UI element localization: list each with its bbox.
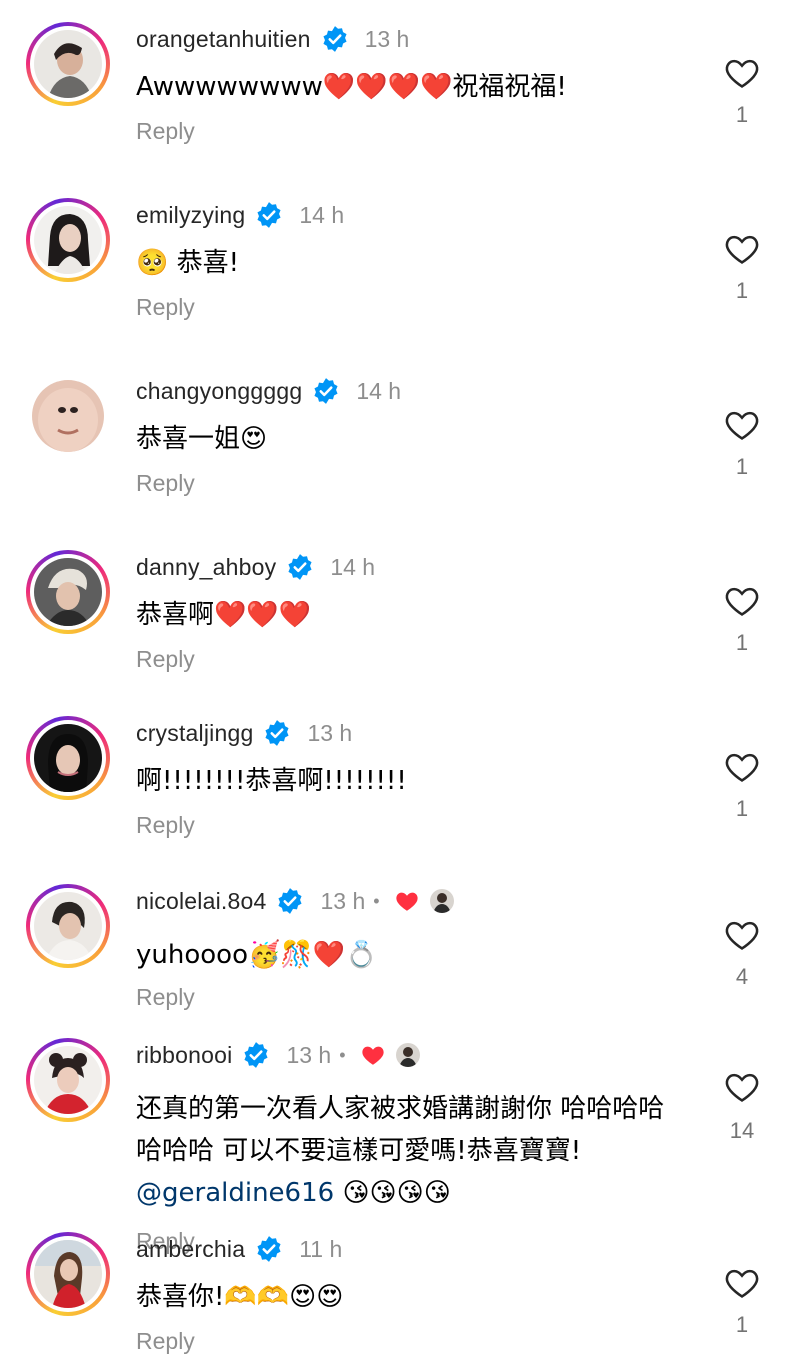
comment-time: 13 h [320,887,366,914]
reply-button[interactable]: Reply [136,812,195,839]
avatar[interactable] [34,724,102,792]
comment-text: 恭喜一姐😍 [136,424,268,454]
story-ring[interactable] [26,884,110,968]
avatar[interactable] [34,1046,102,1114]
verified-badge-icon [288,554,312,580]
separator-dot: • [339,1044,346,1065]
mention-emojis: 😘😘😘😘 [342,1178,451,1208]
reply-button[interactable]: Reply [136,1328,195,1355]
heart-icon[interactable] [722,406,762,444]
verified-badge-icon [257,202,281,228]
story-ring[interactable] [26,22,110,106]
comment-time: 11 h [299,1235,343,1262]
username[interactable]: danny_ahboy [136,554,276,581]
reply-button[interactable]: Reply [136,984,195,1011]
like-count: 1 [735,454,749,479]
like-count: 4 [735,964,749,989]
heart-icon[interactable] [722,748,762,786]
like-count: 1 [735,796,749,821]
creator-avatar-icon [393,1041,422,1069]
avatar[interactable] [34,558,102,626]
avatar[interactable] [34,206,102,274]
story-ring[interactable] [26,198,110,282]
heart-icon[interactable] [722,1068,762,1106]
reply-button[interactable]: Reply [136,294,195,321]
separator-dot: • [373,890,380,911]
story-ring[interactable] [26,1232,110,1316]
comment-time: 14 h [299,201,345,228]
comment-text: 恭喜你!🫶🫶😍😍 [136,1282,344,1312]
creator-avatar-icon [427,887,456,915]
mention-line: @geraldine616 😘😘😘😘 [136,1172,451,1214]
username[interactable]: amberchia [136,1236,245,1263]
avatar[interactable] [34,30,102,98]
username[interactable]: nicolelai.8o4 [136,888,266,915]
comment-time: 14 h [330,553,376,580]
verified-badge-icon [257,1236,281,1262]
story-ring[interactable] [26,550,110,634]
verified-badge-icon [278,888,303,914]
like-count: 1 [735,630,749,655]
like-count: 1 [735,278,749,303]
verified-badge-icon [323,26,347,52]
avatar[interactable] [32,380,104,452]
reply-button[interactable]: Reply [136,646,195,673]
username[interactable]: orangetanhuitien [136,26,311,53]
creator-liked-heart-icon [395,892,418,911]
heart-icon[interactable] [722,582,762,620]
verified-badge-icon [244,1042,268,1068]
heart-icon[interactable] [722,1264,762,1302]
mention-link[interactable]: @geraldine616 [136,1178,334,1208]
avatar[interactable] [34,1240,102,1308]
comment-time: 13 h [307,719,353,746]
comment-text: Awwwwwwww❤️❤️❤️❤️祝福祝福! [136,72,567,102]
username[interactable]: changyonggggg [136,378,302,405]
reply-button[interactable]: Reply [136,118,195,145]
heart-icon[interactable] [722,230,762,268]
comment-text: 还真的第一次看人家被求婚講謝謝你 哈哈哈哈哈哈哈 可以不要這樣可愛嗎!恭喜寶寶! [136,1094,665,1166]
like-count: 1 [735,1312,749,1337]
story-ring[interactable] [26,716,110,800]
username[interactable]: ribbonooi [136,1042,232,1069]
comment-text: 🥺 恭喜! [136,248,240,278]
heart-icon[interactable] [722,916,762,954]
reply-button[interactable]: Reply [136,470,195,497]
avatar[interactable] [34,892,102,960]
comment-text: yuhoooo🥳🎊❤️💍 [136,940,378,970]
username[interactable]: emilyzying [136,202,245,229]
comment-time: 13 h [286,1041,332,1068]
avatar-container[interactable] [26,374,110,458]
verified-badge-icon [265,720,290,746]
verified-badge-icon [314,378,338,404]
heart-icon[interactable] [722,54,762,92]
story-ring[interactable] [26,1038,110,1122]
comment-text: 啊!!!!!!!!恭喜啊!!!!!!!! [136,766,407,796]
creator-liked-heart-icon [361,1046,384,1065]
like-count: 14 [729,1118,755,1143]
comment-time: 13 h [364,25,410,52]
comment-text: 恭喜啊❤️❤️❤️ [136,600,312,630]
like-count: 1 [735,102,749,127]
comment-time: 14 h [356,377,402,404]
username[interactable]: crystaljingg [136,720,253,747]
